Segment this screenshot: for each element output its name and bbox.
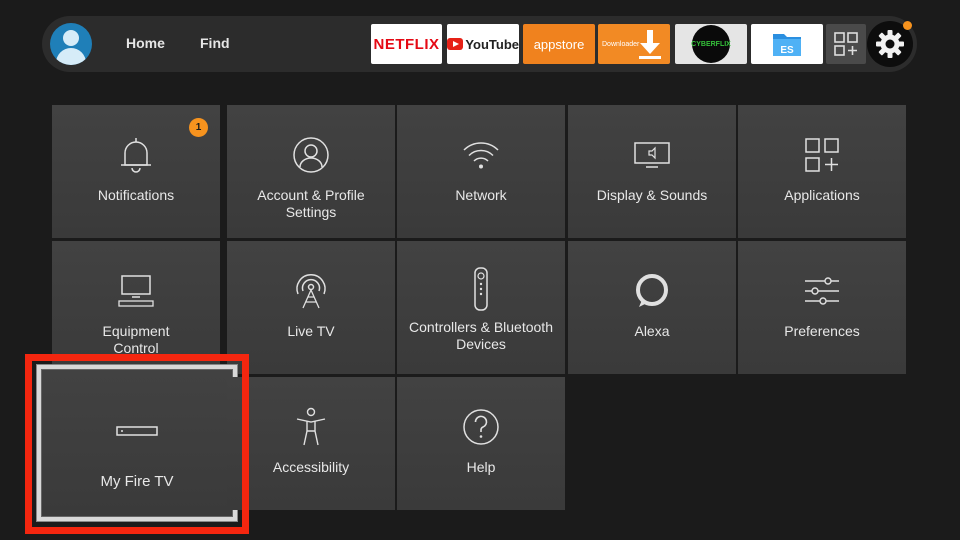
- settings-notification-dot: [903, 21, 912, 30]
- avatar-body: [56, 48, 86, 65]
- help-icon: [462, 405, 500, 449]
- bell-icon: [119, 133, 153, 177]
- tile-accessibility[interactable]: Accessibility: [227, 377, 395, 510]
- tile-help[interactable]: Help: [397, 377, 565, 510]
- appstore-logo-text: appstore: [533, 36, 585, 52]
- remote-icon: [472, 265, 490, 313]
- tile-label: Notifications: [97, 187, 175, 203]
- netflix-app-tile[interactable]: NETFLIX: [371, 24, 442, 64]
- accessibility-icon: [294, 405, 328, 449]
- tile-label: Controllers & Bluetooth Devices: [409, 319, 553, 352]
- youtube-logo-text: YouTube: [465, 36, 519, 52]
- tile-preferences[interactable]: Preferences: [738, 241, 906, 374]
- wifi-icon: [462, 133, 500, 177]
- tile-notifications[interactable]: 1 Notifications: [52, 105, 220, 238]
- tile-label: Equipment Control: [102, 323, 170, 356]
- tile-network[interactable]: Network: [397, 105, 565, 238]
- tile-alexa[interactable]: Alexa: [568, 241, 736, 374]
- downloader-icon: [639, 30, 661, 59]
- avatar-head: [63, 30, 79, 46]
- antenna-icon: [292, 269, 330, 313]
- notification-count-badge: 1: [189, 118, 208, 137]
- tile-label: Help: [466, 459, 496, 475]
- tile-label: Network: [455, 187, 507, 203]
- appstore-app-tile[interactable]: appstore: [523, 24, 595, 64]
- gear-icon: [876, 30, 904, 58]
- tile-label: Preferences: [784, 323, 860, 339]
- tile-applications[interactable]: Applications: [738, 105, 906, 238]
- profile-avatar-icon[interactable]: [50, 23, 92, 65]
- downloader-logo-text: Downloader: [602, 40, 640, 48]
- nav-home[interactable]: Home: [126, 35, 165, 51]
- cyberflix-app-tile[interactable]: CYBERFLIX: [675, 24, 747, 64]
- profile-icon: [292, 133, 330, 177]
- selection-highlight-box: [25, 354, 249, 534]
- alexa-icon: [633, 269, 671, 313]
- tile-label: Alexa: [634, 323, 670, 339]
- all-apps-icon: [834, 32, 858, 56]
- tile-label: Account & Profile Settings: [257, 187, 365, 220]
- downloader-app-tile[interactable]: Downloader: [598, 24, 670, 64]
- tile-live-tv[interactable]: Live TV: [227, 241, 395, 374]
- equipment-icon: [117, 269, 155, 313]
- youtube-icon: [447, 38, 464, 50]
- cyberflix-icon: CYBERFLIX: [691, 25, 731, 63]
- tile-label: Live TV: [287, 323, 335, 339]
- tile-account-profile-settings[interactable]: Account & Profile Settings: [227, 105, 395, 238]
- es-logo-text: ES: [780, 45, 794, 56]
- nav-find[interactable]: Find: [200, 35, 230, 51]
- youtube-app-tile[interactable]: YouTube: [447, 24, 519, 64]
- all-apps-button[interactable]: [826, 24, 866, 64]
- cyberflix-logo-text: CYBERFLIX: [691, 40, 731, 48]
- tile-label: Display & Sounds: [596, 187, 708, 203]
- netflix-logo-text: NETFLIX: [373, 35, 440, 53]
- display-sound-icon: [633, 133, 671, 177]
- tile-label: Accessibility: [272, 459, 350, 475]
- tile-display-sounds[interactable]: Display & Sounds: [568, 105, 736, 238]
- es-file-explorer-icon: ES: [773, 34, 801, 56]
- tile-controllers-bluetooth[interactable]: Controllers & Bluetooth Devices: [397, 241, 565, 374]
- es-file-explorer-app-tile[interactable]: ES: [751, 24, 823, 64]
- tile-label: Applications: [784, 187, 860, 203]
- sliders-icon: [803, 269, 841, 313]
- applications-icon: [804, 133, 840, 177]
